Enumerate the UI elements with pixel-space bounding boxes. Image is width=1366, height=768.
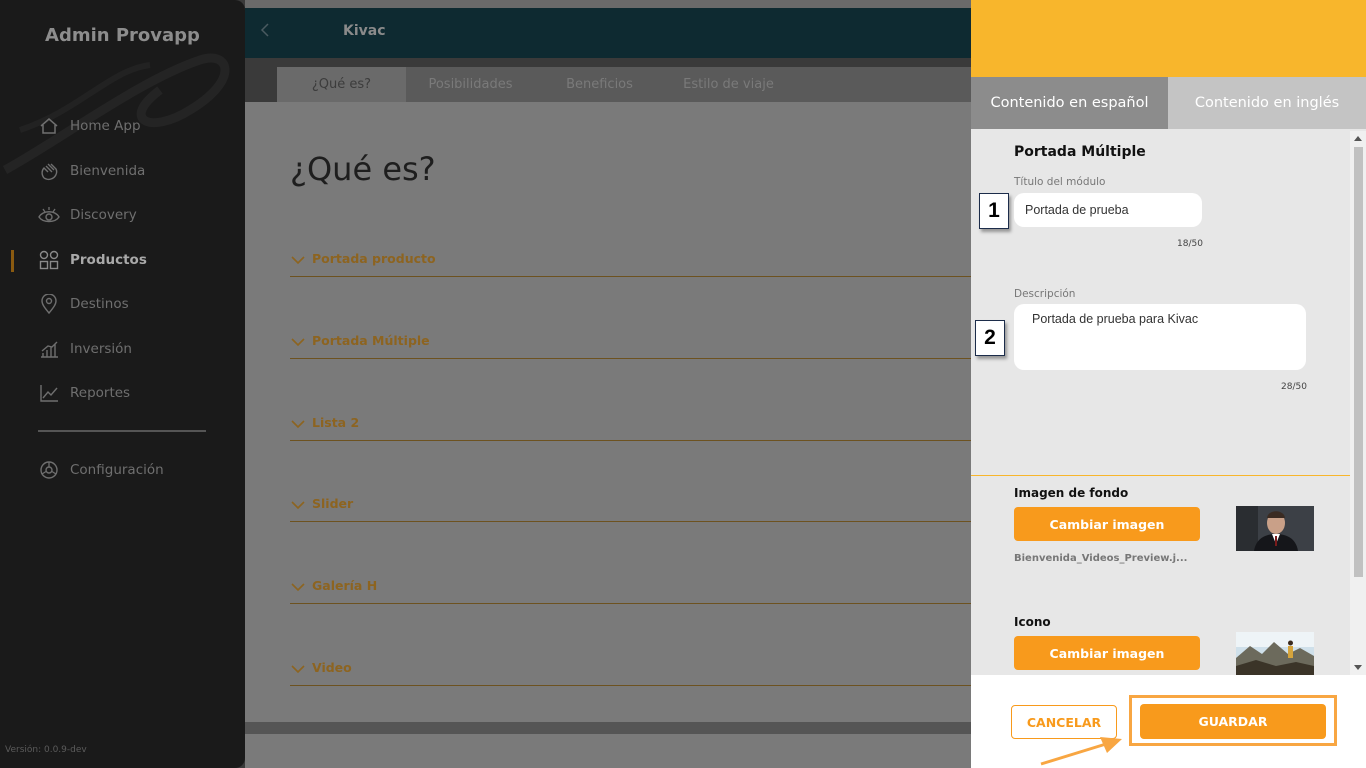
annotation-badge-2: 2	[975, 320, 1005, 356]
description-textarea[interactable]: Portada de prueba para Kivac	[1014, 304, 1306, 370]
chevron-down-icon	[291, 583, 305, 592]
section-title: Portada Múltiple	[1014, 144, 1146, 160]
panel-scrollbar[interactable]	[1350, 131, 1366, 675]
accordion-label: Galería H	[312, 578, 378, 593]
home-icon	[38, 115, 60, 137]
location-pin-icon	[38, 293, 60, 315]
scroll-thumb[interactable]	[1354, 147, 1363, 577]
chevron-down-icon	[291, 420, 305, 429]
section-separator	[971, 475, 1350, 476]
sidebar-item-inversion[interactable]: Inversión	[38, 337, 132, 361]
accordion-label: Portada Múltiple	[312, 333, 430, 348]
background-image-thumbnail	[1236, 506, 1314, 551]
description-label: Descripción	[1014, 288, 1076, 300]
sidebar-item-label: Home App	[70, 118, 141, 134]
sidebar-item-productos[interactable]: Productos	[38, 248, 147, 272]
main-content	[245, 102, 971, 722]
top-strip	[245, 0, 971, 8]
module-title-counter: 18/50	[1177, 239, 1203, 249]
content-heading: ¿Qué es?	[290, 150, 436, 188]
bar-chart-icon	[38, 338, 60, 360]
change-icon-image-button[interactable]: Cambiar imagen	[1014, 636, 1200, 670]
change-background-image-button[interactable]: Cambiar imagen	[1014, 507, 1200, 541]
accordion-label: Video	[312, 660, 352, 675]
scroll-up-icon[interactable]	[1354, 136, 1362, 141]
background-image-filename: Bienvenida_Videos_Preview.j...	[1014, 553, 1188, 564]
sidebar-item-label: Reportes	[70, 385, 131, 401]
save-button[interactable]: GUARDAR	[1140, 704, 1326, 739]
section-tabs: ¿Qué es? Posibilidades Beneficios Estilo…	[277, 67, 971, 102]
grid-icon	[38, 249, 60, 271]
line-chart-icon	[38, 382, 60, 404]
sidebar-item-label: Configuración	[70, 462, 164, 478]
icon-image-thumbnail	[1236, 632, 1314, 675]
panel-header	[971, 0, 1366, 77]
annotation-arrow-icon	[1040, 737, 1122, 766]
sidebar-item-label: Productos	[70, 252, 147, 268]
tab-beneficios[interactable]: Beneficios	[535, 67, 664, 102]
sidebar-item-label: Discovery	[70, 207, 137, 223]
cancel-button[interactable]: CANCELAR	[1011, 705, 1117, 739]
sidebar-item-destinos[interactable]: Destinos	[38, 292, 129, 316]
accordion-label: Portada producto	[312, 251, 436, 266]
tab-contenido-espanol[interactable]: Contenido en español	[971, 77, 1168, 129]
tab-que-es[interactable]: ¿Qué es?	[277, 67, 406, 102]
accordion-portada-producto[interactable]: Portada producto	[290, 251, 971, 277]
accordion-label: Slider	[312, 496, 354, 511]
sidebar-item-label: Destinos	[70, 296, 129, 312]
sidebar-divider	[38, 430, 206, 432]
brand-title: Admin Provapp	[45, 25, 200, 46]
bottom-strip	[245, 722, 971, 734]
sidebar: Admin Provapp Home App Bienvenida Discov…	[0, 0, 245, 768]
wave-hand-icon	[38, 160, 60, 182]
sidebar-item-discovery[interactable]: Discovery	[38, 203, 137, 227]
sidebar-item-label: Bienvenida	[70, 163, 146, 179]
tab-estilo-de-viaje[interactable]: Estilo de viaje	[664, 67, 793, 102]
chevron-down-icon	[291, 338, 305, 347]
edit-panel: Contenido en español Contenido en inglés…	[971, 0, 1366, 768]
accordion-portada-multiple[interactable]: Portada Múltiple	[290, 333, 971, 359]
version-label: Versión: 0.0.9-dev	[5, 745, 87, 755]
chevron-down-icon	[291, 501, 305, 510]
tab-contenido-ingles[interactable]: Contenido en inglés	[1168, 77, 1366, 129]
bottom-area	[245, 734, 971, 768]
scroll-down-icon[interactable]	[1354, 665, 1362, 670]
page-title: Kivac	[343, 23, 386, 39]
accordion-galeria-h[interactable]: Galería H	[290, 578, 971, 604]
settings-icon	[38, 459, 60, 481]
sidebar-item-reportes[interactable]: Reportes	[38, 381, 130, 405]
chevron-down-icon	[291, 665, 305, 674]
tab-posibilidades[interactable]: Posibilidades	[406, 67, 535, 102]
background-image-label: Imagen de fondo	[1014, 486, 1129, 500]
eye-icon	[38, 204, 60, 226]
back-arrow-icon[interactable]	[258, 20, 272, 40]
sidebar-item-configuracion[interactable]: Configuración	[38, 458, 164, 482]
module-title-label: Título del módulo	[1014, 176, 1106, 188]
accordion-slider[interactable]: Slider	[290, 496, 971, 522]
chevron-down-icon	[291, 256, 305, 265]
panel-footer: CANCELAR GUARDAR	[971, 675, 1366, 768]
module-title-input[interactable]	[1014, 193, 1202, 227]
sidebar-item-label: Inversión	[70, 341, 132, 357]
sidebar-item-bienvenida[interactable]: Bienvenida	[38, 159, 145, 183]
active-indicator	[11, 250, 14, 272]
icon-image-label: Icono	[1014, 615, 1051, 629]
description-counter: 28/50	[1281, 382, 1307, 392]
sidebar-item-home-app[interactable]: Home App	[38, 114, 141, 138]
accordion-lista-2[interactable]: Lista 2	[290, 415, 971, 441]
accordion-video[interactable]: Video	[290, 660, 971, 686]
accordion-label: Lista 2	[312, 415, 360, 430]
annotation-badge-1: 1	[979, 193, 1009, 229]
